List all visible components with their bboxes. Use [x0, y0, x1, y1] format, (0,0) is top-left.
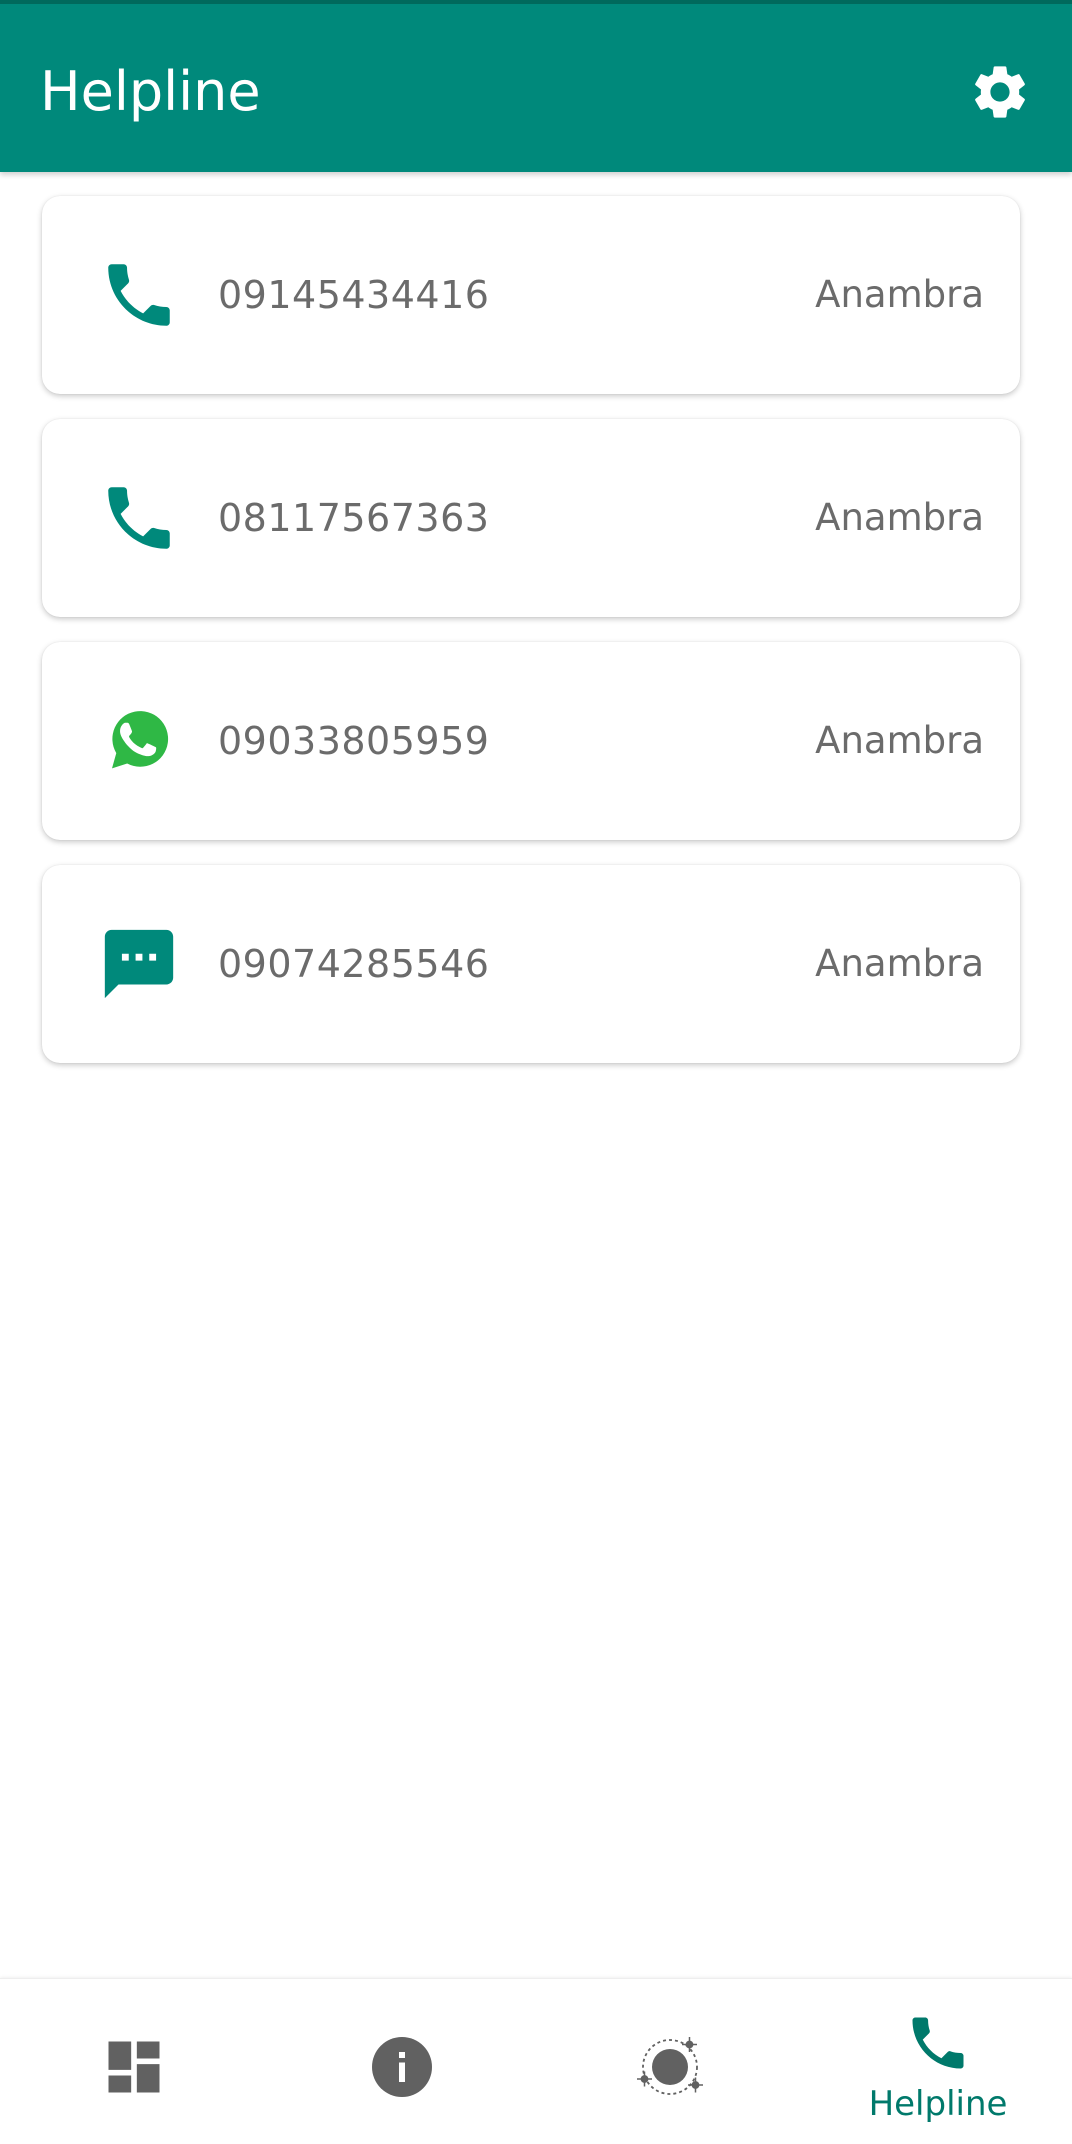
nav-item-helpline[interactable]: Helpline — [804, 1979, 1072, 2144]
region-label: Anambra — [815, 719, 984, 762]
virus-icon — [634, 2031, 706, 2103]
sms-icon — [98, 923, 180, 1005]
phone-number: 08117567363 — [218, 496, 490, 540]
page-title: Helpline — [40, 60, 261, 123]
phone-icon — [98, 254, 180, 336]
helpline-card[interactable]: 09145434416 Anambra — [42, 196, 1020, 394]
region-label: Anambra — [815, 942, 984, 985]
nav-item-info[interactable] — [268, 1979, 536, 2144]
dashboard-icon — [98, 2031, 170, 2103]
region-label: Anambra — [815, 273, 984, 316]
gear-icon — [975, 66, 1025, 118]
region-label: Anambra — [815, 496, 984, 539]
helpline-list: 09145434416 Anambra 08117567363 Anambra … — [42, 196, 1020, 1088]
nav-item-virus[interactable] — [536, 1979, 804, 2144]
app-screen: Helpline 09145434416 Anambra 08117567363… — [0, 0, 1072, 2144]
nav-label-helpline: Helpline — [868, 2084, 1008, 2124]
phone-number: 09074285546 — [218, 942, 490, 986]
whatsapp-icon — [98, 700, 180, 782]
phone-number: 09033805959 — [218, 719, 490, 763]
app-bar: Helpline — [0, 0, 1072, 172]
settings-button[interactable] — [966, 58, 1034, 126]
helpline-card[interactable]: 09074285546 Anambra — [42, 865, 1020, 1063]
nav-item-dashboard[interactable] — [0, 1979, 268, 2144]
helpline-card[interactable]: 09033805959 Anambra — [42, 642, 1020, 840]
phone-icon — [98, 477, 180, 559]
bottom-navigation: Helpline — [0, 1978, 1072, 2144]
phone-number: 09145434416 — [218, 273, 490, 317]
helpline-card[interactable]: 08117567363 Anambra — [42, 419, 1020, 617]
phone-icon — [902, 2007, 974, 2079]
info-icon — [366, 2031, 438, 2103]
